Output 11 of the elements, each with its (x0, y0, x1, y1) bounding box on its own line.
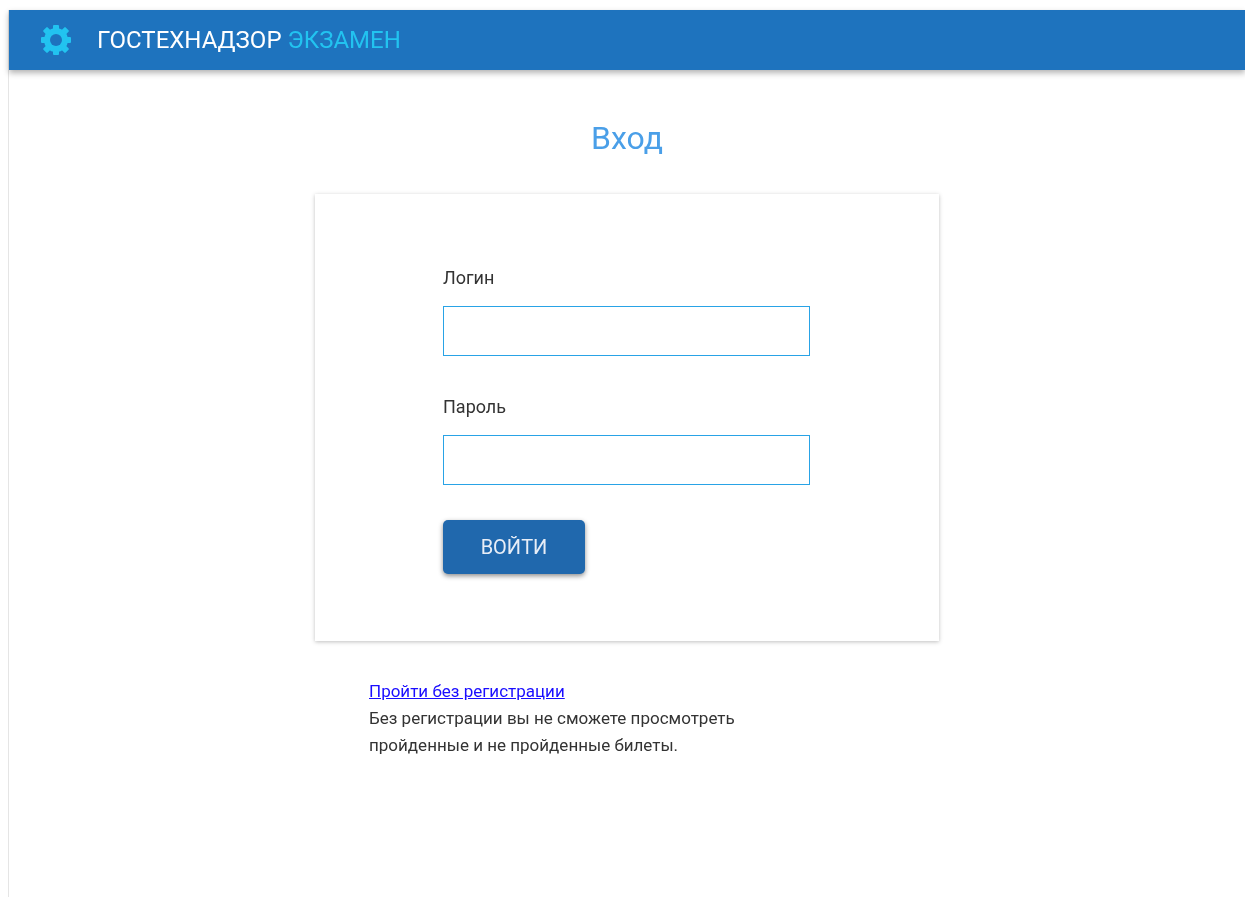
page-title: Вход (591, 118, 663, 158)
brand-subtitle: ЭКЗАМЕН (287, 28, 401, 52)
field-label: Пароль (443, 395, 508, 419)
input-field[interactable] (443, 435, 810, 485)
brand-name: ГОСТЕХНАДЗОР (97, 28, 282, 52)
guest-note: Без регистрации вы не сможете просмотреть пройденные и не пройденные билеты. (369, 707, 736, 757)
login-button[interactable]: ВОЙТИ (443, 520, 585, 574)
field-label: Логин (443, 266, 496, 290)
input-field[interactable] (443, 306, 810, 356)
guest-link[interactable]: Пройти без регистрации (369, 678, 565, 705)
gear-icon (39, 23, 73, 57)
